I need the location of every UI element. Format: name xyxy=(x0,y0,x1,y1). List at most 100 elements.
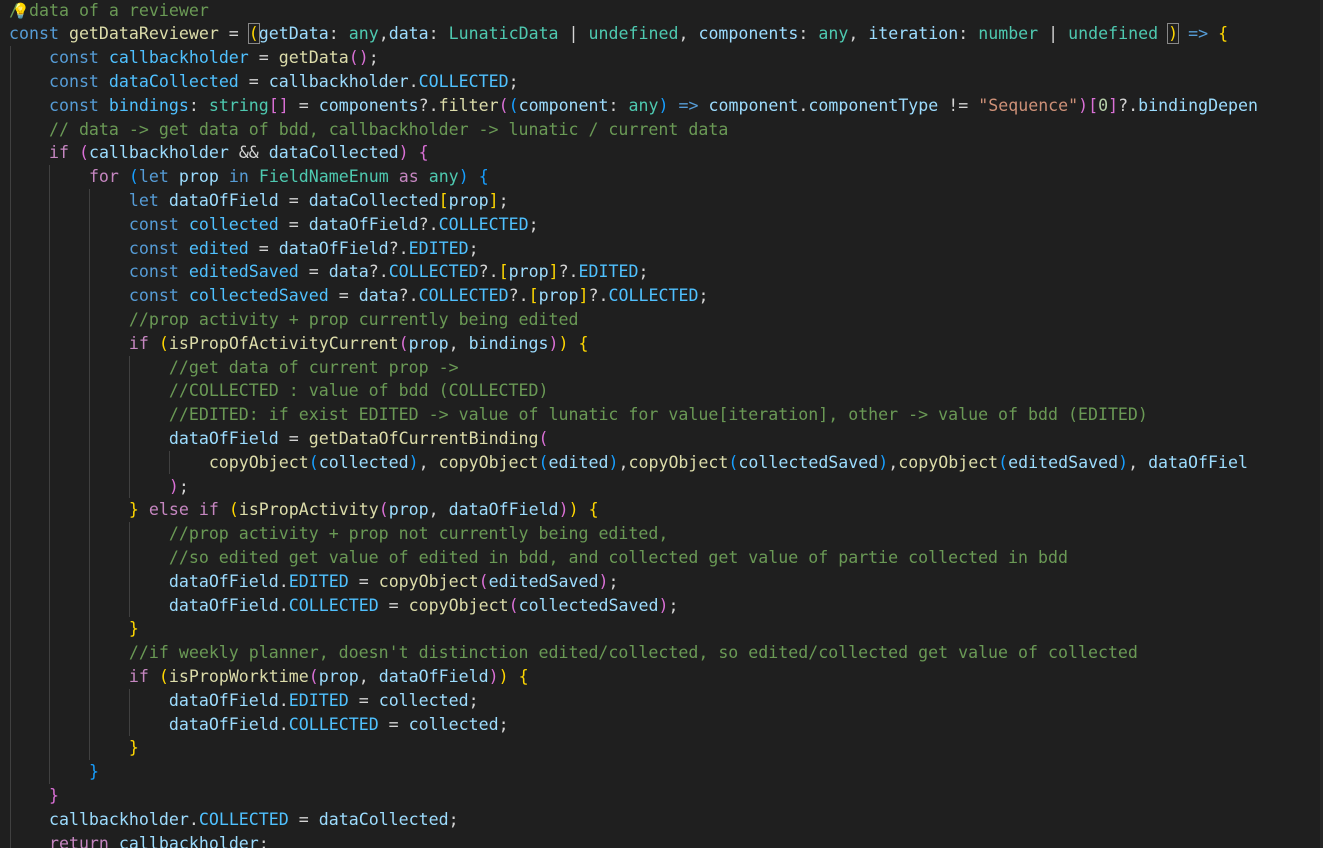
code-token: . xyxy=(798,95,809,115)
code-line[interactable]: if (callbackholder && dataCollected) { xyxy=(9,141,1323,165)
code-token: , xyxy=(678,24,699,44)
code-line[interactable]: const collected = dataOfField?.COLLECTED… xyxy=(9,213,1323,237)
code-token: } xyxy=(88,762,99,782)
code-line[interactable]: const edited = dataOfField?.EDITED; xyxy=(9,237,1323,261)
code-editor[interactable]: 💡 / data of a reviewer const getDataRevie… xyxy=(0,0,1323,848)
code-token: EDITED xyxy=(288,571,349,591)
code-line[interactable]: } xyxy=(9,760,1323,784)
code-token: = xyxy=(378,595,409,615)
code-token: const xyxy=(128,262,189,282)
code-line[interactable]: return callbackholder; xyxy=(9,832,1323,848)
code-line[interactable]: //COLLECTED : value of bdd (COLLECTED) xyxy=(9,379,1323,403)
code-token: } xyxy=(48,785,59,805)
code-line[interactable]: let dataOfField = dataCollected[prop]; xyxy=(9,189,1323,213)
code-token: ( xyxy=(538,428,549,448)
code-token: ) xyxy=(608,452,619,472)
code-token: ) xyxy=(558,333,569,353)
code-token: data xyxy=(358,286,399,306)
code-line[interactable]: //get data of current prop -> xyxy=(9,356,1323,380)
code-token: { xyxy=(1218,24,1229,44)
code-line[interactable]: / data of a reviewer xyxy=(9,0,1323,22)
code-token: ?. xyxy=(398,286,419,306)
code-line[interactable]: dataOfField.EDITED = collected; xyxy=(9,689,1323,713)
code-line[interactable]: if (isPropOfActivityCurrent(prop, bindin… xyxy=(9,332,1323,356)
code-line[interactable]: dataOfField = getDataOfCurrentBinding( xyxy=(9,427,1323,451)
code-token: dataOfField xyxy=(378,666,489,686)
code-line[interactable]: const dataCollected = callbackholder.COL… xyxy=(9,70,1323,94)
code-token: if xyxy=(48,143,69,163)
code-line[interactable]: copyObject(collected), copyObject(edited… xyxy=(9,451,1323,475)
code-token: : xyxy=(958,24,979,44)
code-token: data xyxy=(388,24,429,44)
code-line[interactable]: callbackholder.COLLECTED = dataCollected… xyxy=(9,808,1323,832)
code-token: //COLLECTED : value of bdd (COLLECTED) xyxy=(168,381,549,401)
code-token: COLLECTED xyxy=(288,595,379,615)
code-line[interactable]: const collectedSaved = data?.COLLECTED?.… xyxy=(9,284,1323,308)
code-token: = xyxy=(278,190,309,210)
code-token: data xyxy=(328,262,369,282)
code-line[interactable]: const getDataReviewer = (getData: any,da… xyxy=(9,22,1323,46)
code-token: { xyxy=(588,500,599,520)
code-line[interactable]: } xyxy=(9,784,1323,808)
code-token: != xyxy=(938,95,979,115)
code-token: ; xyxy=(528,214,539,234)
code-line[interactable]: } xyxy=(9,617,1323,641)
code-line[interactable]: const editedSaved = data?.COLLECTED?.[pr… xyxy=(9,260,1323,284)
code-token: //if weekly planner, doesn't distinction… xyxy=(128,643,1138,663)
code-token: . xyxy=(278,714,289,734)
code-token: //prop activity + prop not currently bei… xyxy=(168,524,669,544)
code-token: ; xyxy=(668,595,679,615)
code-line[interactable]: } xyxy=(9,736,1323,760)
code-token: = xyxy=(218,24,249,44)
code-line[interactable]: //prop activity + prop currently being e… xyxy=(9,308,1323,332)
code-token: prop xyxy=(538,286,579,306)
code-line[interactable]: //if weekly planner, doesn't distinction… xyxy=(9,641,1323,665)
code-token: , xyxy=(448,333,469,353)
code-token: [] xyxy=(268,95,289,115)
code-line[interactable]: if (isPropWorktime(prop, dataOfField)) { xyxy=(9,665,1323,689)
code-line[interactable]: dataOfField.EDITED = copyObject(editedSa… xyxy=(9,570,1323,594)
indent-guide xyxy=(128,355,130,499)
code-token: ?. xyxy=(1118,95,1139,115)
code-token: ) xyxy=(168,476,179,496)
code-line[interactable]: dataOfField.COLLECTED = collected; xyxy=(9,713,1323,737)
code-line[interactable]: //prop activity + prop not currently bei… xyxy=(9,522,1323,546)
indent-guide xyxy=(128,688,130,737)
code-line[interactable]: const bindings: string[] = components?.f… xyxy=(9,94,1323,118)
code-token: prop xyxy=(318,666,359,686)
code-token: ) xyxy=(398,143,409,163)
code-token: ; xyxy=(178,476,189,496)
code-token: , xyxy=(618,452,629,472)
code-line[interactable]: ); xyxy=(9,475,1323,499)
code-token: copyObject xyxy=(438,452,539,472)
code-token: ; xyxy=(448,809,459,829)
code-token: callbackholder xyxy=(88,143,229,163)
code-token: const xyxy=(128,238,189,258)
code-line[interactable]: // data -> get data of bdd, callbackhold… xyxy=(9,118,1323,142)
code-token: ( xyxy=(498,95,509,115)
code-token: dataCollected xyxy=(308,190,439,210)
code-token: ?. xyxy=(588,286,609,306)
code-line[interactable]: //EDITED: if exist EDITED -> value of lu… xyxy=(9,403,1323,427)
code-token: ] xyxy=(548,262,559,282)
code-line[interactable]: const callbackholder = getData(); xyxy=(9,46,1323,70)
code-line[interactable]: dataOfField.COLLECTED = copyObject(colle… xyxy=(9,594,1323,618)
code-token: , xyxy=(378,24,389,44)
code-line[interactable]: for (let prop in FieldNameEnum as any) { xyxy=(9,165,1323,189)
code-line[interactable]: //so edited get value of edited in bdd, … xyxy=(9,546,1323,570)
code-token: , xyxy=(358,666,379,686)
indent-guide xyxy=(48,165,50,784)
code-line[interactable]: } else if (isPropActivity(prop, dataOfFi… xyxy=(9,498,1323,522)
